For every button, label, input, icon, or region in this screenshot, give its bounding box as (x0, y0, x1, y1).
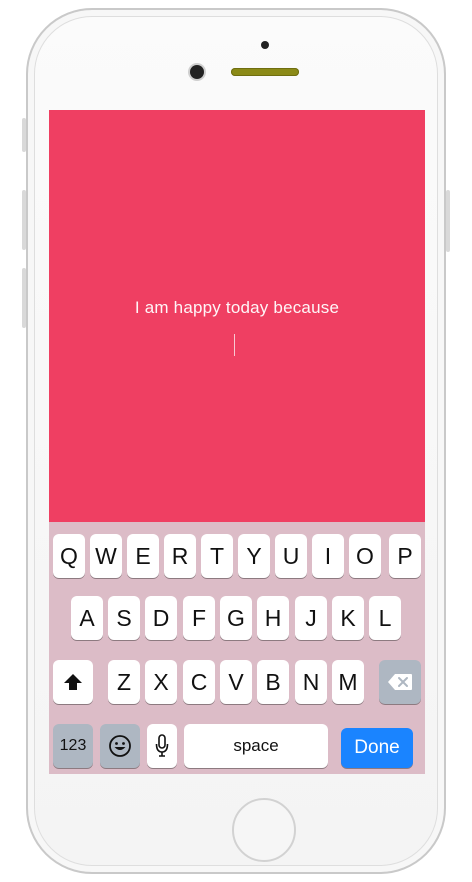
home-button[interactable] (232, 798, 296, 862)
key-g[interactable]: G (220, 596, 252, 640)
space-key[interactable]: space (184, 724, 328, 768)
key-s[interactable]: S (108, 596, 140, 640)
key-i[interactable]: I (312, 534, 344, 578)
emoji-key[interactable] (100, 724, 140, 768)
power-button (446, 190, 450, 252)
key-v[interactable]: V (220, 660, 252, 704)
proximity-sensor-dot (261, 41, 269, 49)
key-w[interactable]: W (90, 534, 122, 578)
key-a[interactable]: A (71, 596, 103, 640)
front-camera (190, 65, 204, 79)
key-o[interactable]: O (349, 534, 381, 578)
key-x[interactable]: X (145, 660, 177, 704)
volume-down-button (22, 268, 26, 328)
microphone-icon (155, 734, 169, 757)
key-e[interactable]: E (127, 534, 159, 578)
key-b[interactable]: B (257, 660, 289, 704)
key-j[interactable]: J (295, 596, 327, 640)
key-z[interactable]: Z (108, 660, 140, 704)
shift-icon (64, 674, 82, 690)
backspace-icon (388, 674, 412, 690)
key-p[interactable]: P (389, 534, 421, 578)
volume-up-button (22, 190, 26, 250)
delete-key[interactable] (379, 660, 421, 704)
earpiece-speaker (231, 68, 299, 76)
key-f[interactable]: F (183, 596, 215, 640)
on-screen-keyboard: Q W E R T Y U I O P A S D F G H J K L Z … (49, 522, 425, 774)
key-l[interactable]: L (369, 596, 401, 640)
key-y[interactable]: Y (238, 534, 270, 578)
key-m[interactable]: M (332, 660, 364, 704)
app-screen: I am happy today because Q W E R T Y U I… (49, 110, 425, 774)
key-h[interactable]: H (257, 596, 289, 640)
key-r[interactable]: R (164, 534, 196, 578)
journal-prompt: I am happy today because (134, 298, 340, 317)
key-c[interactable]: C (183, 660, 215, 704)
key-u[interactable]: U (275, 534, 307, 578)
key-n[interactable]: N (295, 660, 327, 704)
mute-switch (22, 118, 26, 152)
text-cursor[interactable] (234, 334, 235, 356)
key-k[interactable]: K (332, 596, 364, 640)
emoji-icon (109, 735, 131, 757)
key-q[interactable]: Q (53, 534, 85, 578)
shift-key[interactable] (53, 660, 93, 704)
dictation-key[interactable] (147, 724, 177, 768)
numbers-key[interactable]: 123 (53, 724, 93, 768)
done-button[interactable]: Done (341, 728, 413, 768)
key-t[interactable]: T (201, 534, 233, 578)
key-d[interactable]: D (145, 596, 177, 640)
